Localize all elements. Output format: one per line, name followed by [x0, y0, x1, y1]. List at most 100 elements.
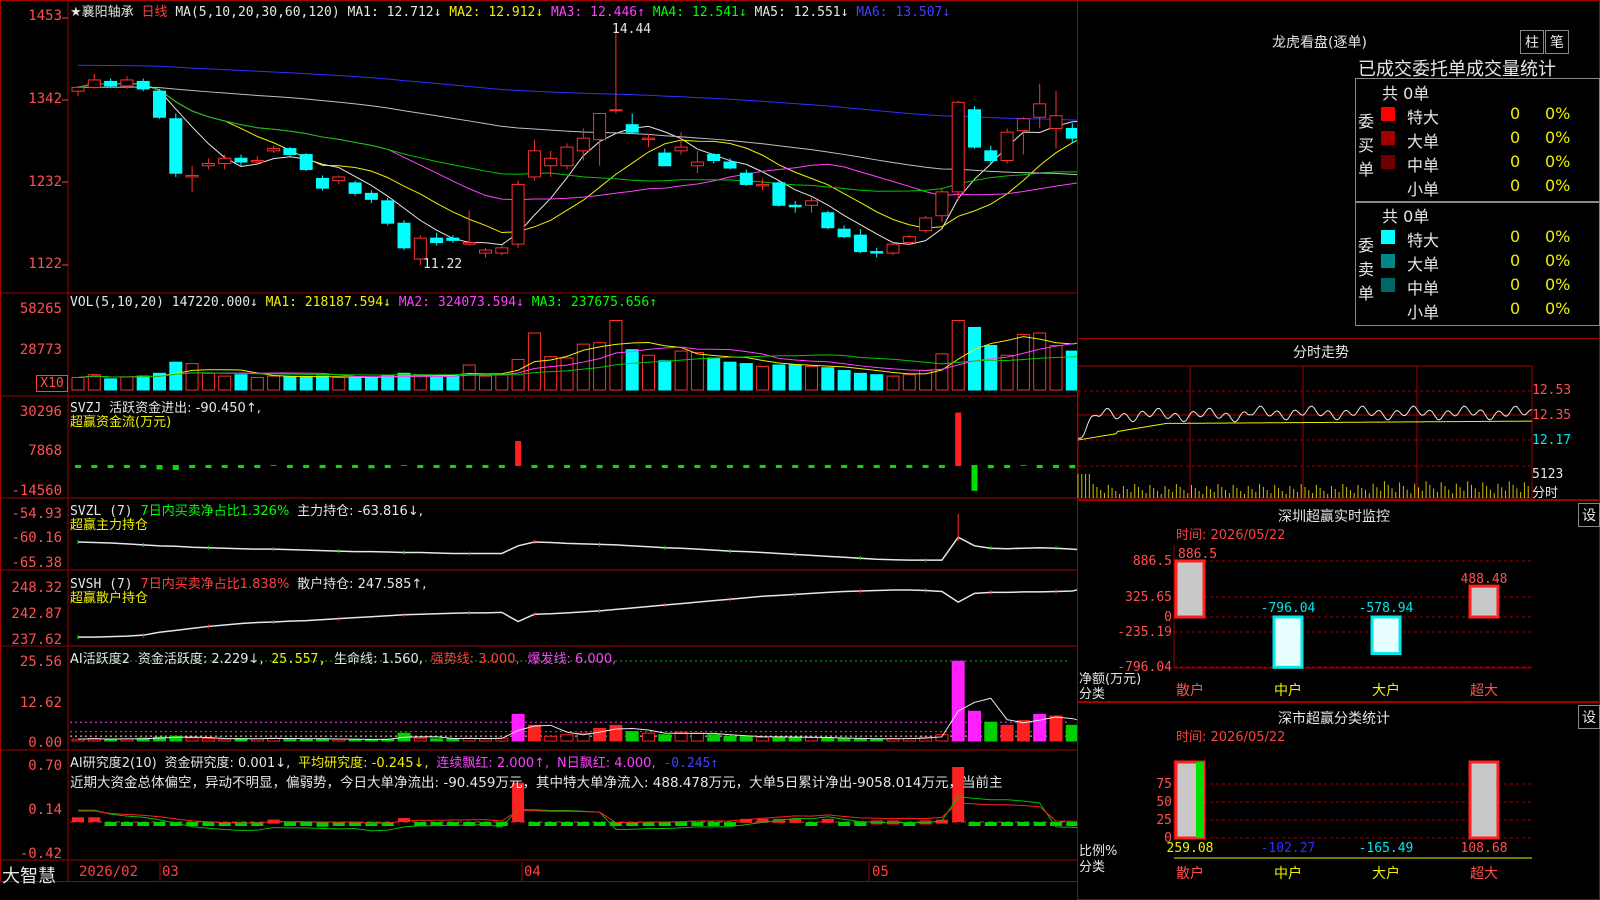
volume-bar [625, 349, 639, 391]
candle-body [250, 160, 264, 163]
svzj-axis-1: 30296 [19, 404, 62, 420]
ai1-t4: 强势线: 3.000, [430, 652, 520, 667]
buy-row-name: 中单 [1407, 156, 1440, 175]
volume-bar [756, 365, 770, 391]
ma5-value: MA5: 12.551↓ [754, 5, 849, 20]
svzj-bar [140, 465, 147, 468]
ai1-label: AI活跃度2 [70, 652, 130, 667]
svsh-axis-1: 248.32 [11, 580, 62, 596]
candle-body [593, 113, 607, 141]
vol-axis-2: 28773 [19, 342, 62, 358]
svzj-bar [841, 465, 848, 468]
stat-settings-button[interactable]: 设 [1578, 705, 1600, 729]
volume-bar [71, 376, 85, 391]
svzj-bar [205, 465, 212, 468]
ai2-bar [88, 817, 101, 822]
candle-body [430, 237, 444, 244]
ai1-t5: 爆发线: 6.000, [527, 652, 617, 667]
volume-bar [250, 376, 264, 391]
candle-body [1000, 131, 1014, 162]
volume-bar [283, 376, 297, 391]
ai2-bar [968, 822, 981, 826]
sell-row-swatch [1381, 230, 1395, 244]
ai2-bar [544, 822, 557, 826]
sell-total: 共 0单 [1382, 207, 1430, 226]
period-label[interactable]: 日线 [141, 5, 167, 20]
buy-row-n: 0 [1510, 152, 1521, 171]
side-title: 龙虎看盘(逐单) [1272, 35, 1367, 51]
column-view-button[interactable]: 柱 [1520, 30, 1544, 54]
minute-title: 分时走势 [1293, 345, 1349, 361]
svzj-bar [824, 465, 831, 468]
svzl-axis-1: -54.93 [11, 506, 62, 522]
svzj-bar [906, 465, 913, 468]
minute-unit: 分时 [1532, 486, 1559, 501]
volume-bar [430, 376, 444, 391]
svzj-bar [612, 465, 619, 468]
volume-bar [805, 365, 818, 391]
price-axis-3: 1232 [28, 174, 62, 190]
buy-row-name: 小单 [1407, 180, 1440, 199]
candle-body [316, 177, 329, 189]
price-axis-4: 1122 [28, 256, 62, 272]
monitor-settings-button[interactable]: 设 [1578, 503, 1600, 527]
ai2-bar [789, 818, 802, 823]
month-label-5: 05 [872, 864, 889, 880]
ma3-value: MA3: 12.446↑ [551, 5, 645, 20]
volume-bar [853, 372, 867, 391]
stock-name[interactable]: ★襄阳轴承 [70, 5, 134, 20]
buy-row-p: 0% [1545, 104, 1571, 123]
volume-bar [886, 375, 900, 391]
ai1-bar [772, 736, 786, 742]
sell-row-swatch [1381, 278, 1395, 292]
volume-bar [87, 374, 101, 391]
vol-label: VOL(5,10,20) [70, 295, 164, 310]
minute-axis-1: 12.53 [1532, 383, 1572, 398]
svzj-bar [466, 465, 473, 468]
volume-bar [218, 375, 232, 391]
ai1-bar [968, 710, 981, 742]
candle-body [348, 182, 362, 194]
volume-bar [837, 370, 851, 391]
svzj-bar [238, 465, 244, 468]
sell-row-name: 特大 [1407, 231, 1440, 250]
volume-bar [185, 363, 199, 391]
volume-bar [1049, 345, 1063, 391]
candle-body [625, 124, 639, 133]
volume-bar [968, 326, 981, 391]
tick-view-button[interactable]: 笔 [1545, 30, 1569, 54]
volume-bar [316, 375, 329, 391]
ai2-header: AI研究度2(10) 资金研究度: 0.001↓, 平均研究度: -0.245↓… [70, 752, 718, 771]
vol-ma2: MA2: 324073.594↓ [398, 295, 524, 310]
minute-axis-3: 12.17 [1532, 433, 1572, 448]
svzj-bar [759, 465, 766, 468]
svzl-line [77, 536, 1078, 561]
svzj-bar [743, 465, 750, 469]
svzj-bar [547, 465, 554, 469]
candle-body [837, 228, 851, 238]
ai1-bar [1016, 720, 1030, 742]
ai2-bar [153, 822, 166, 826]
ai2-bar [691, 822, 704, 826]
vol-ma3: MA3: 237675.656↑ [531, 295, 658, 310]
price-high-label: 14.44 [612, 22, 652, 37]
ma120-line [77, 64, 1078, 121]
sell-row-n: 0 [1510, 299, 1521, 318]
ai2-t2: 平均研究度: -0.245↓, [298, 756, 429, 771]
volume-bar [364, 376, 378, 391]
volume-bar [935, 353, 949, 391]
candle-body [462, 242, 476, 245]
volume-bar [479, 375, 492, 391]
candle-body [201, 163, 215, 167]
ai2-axis-1: 0.70 [28, 758, 62, 774]
month-label-3: 03 [162, 864, 179, 880]
svzj-bar [792, 465, 799, 468]
candle-body [1033, 103, 1047, 118]
ai1-bar [690, 732, 704, 742]
stat-xlabel: 分类 [1079, 860, 1106, 875]
ai2-bar [984, 822, 997, 826]
candle-body [1049, 115, 1063, 129]
candle-body [756, 183, 770, 187]
svzj-bar [401, 464, 407, 466]
ai1-axis-3: 0.00 [28, 735, 62, 751]
